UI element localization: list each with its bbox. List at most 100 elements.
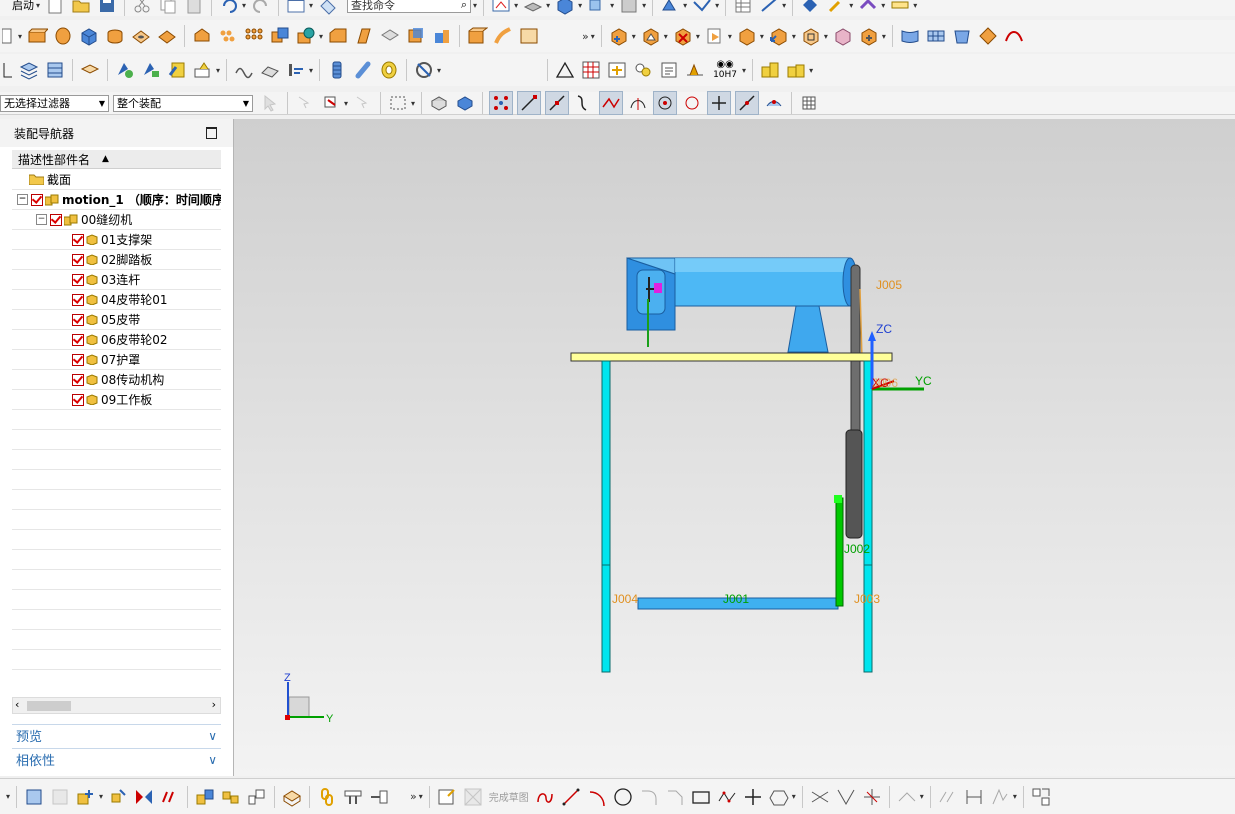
save-icon[interactable] <box>96 0 118 16</box>
damper-icon[interactable] <box>259 59 281 81</box>
assembly-scope-dropdown[interactable]: 整个装配 ▼ <box>113 94 253 112</box>
dependencies-panel-toggle[interactable]: 相依性 ∨ <box>12 748 221 770</box>
rectangle-select-icon[interactable] <box>387 92 409 114</box>
spur-gear-icon[interactable] <box>285 59 307 81</box>
hole-icon[interactable] <box>130 25 152 47</box>
tangent-point-icon[interactable] <box>681 92 703 114</box>
tree-node-sewing-machine[interactable]: − 00缝纫机 <box>12 210 221 230</box>
revolve-icon[interactable] <box>52 25 74 47</box>
checkbox-checked-icon[interactable] <box>72 313 84 326</box>
sheet-icon[interactable] <box>691 0 713 16</box>
datum-csys-icon[interactable] <box>2 59 14 81</box>
start-menu[interactable]: 启动 <box>12 0 34 13</box>
chamfer-icon[interactable] <box>327 25 349 47</box>
ruler-icon[interactable] <box>889 0 911 16</box>
rectangle-icon[interactable] <box>690 786 712 808</box>
add-part-icon[interactable] <box>75 786 97 808</box>
sketch-settings-icon[interactable] <box>1030 786 1052 808</box>
layers-icon[interactable] <box>18 59 40 81</box>
move-component-icon[interactable] <box>107 786 129 808</box>
horizontal-scrollbar[interactable]: ‹ › <box>12 697 221 714</box>
surface-finish-icon[interactable] <box>684 59 706 81</box>
tree-node-sections[interactable]: 截面 <box>12 170 221 190</box>
tree-node-part[interactable]: 06皮带轮02 <box>12 330 221 350</box>
pattern-feature-icon[interactable] <box>217 25 239 47</box>
pin-icon[interactable] <box>352 59 374 81</box>
shell-icon[interactable] <box>618 0 640 16</box>
wheel-icon[interactable] <box>413 59 435 81</box>
mesh-surface-icon[interactable] <box>925 25 947 47</box>
studio-spline-icon[interactable] <box>716 786 738 808</box>
checkbox-checked-icon[interactable] <box>72 293 84 306</box>
tree-node-part[interactable]: 07护罩 <box>12 350 221 370</box>
dots-pattern-icon[interactable] <box>243 25 265 47</box>
collapse-icon[interactable]: − <box>17 194 28 205</box>
circle-icon[interactable] <box>612 786 634 808</box>
geometric-constraint-icon[interactable] <box>989 786 1011 808</box>
snap-point-icon[interactable] <box>489 91 514 115</box>
fillet-icon[interactable] <box>638 786 660 808</box>
analysis-icon[interactable] <box>857 0 879 16</box>
wave-link-icon[interactable] <box>858 25 880 47</box>
checkbox-checked-icon[interactable] <box>72 253 84 266</box>
shell-icon[interactable] <box>379 25 401 47</box>
assembly-constraint-icon[interactable] <box>800 25 822 47</box>
point-icon[interactable] <box>742 786 764 808</box>
selection-filter-dropdown[interactable]: 无选择过滤器 ▼ <box>0 94 109 112</box>
point-on-curve-icon[interactable] <box>735 91 760 115</box>
checkbox-checked-icon[interactable] <box>72 393 84 406</box>
select-component-icon[interactable] <box>259 92 281 114</box>
edge-blend-icon[interactable] <box>191 25 213 47</box>
pattern-curve-icon[interactable] <box>937 786 959 808</box>
checkbox-checked-icon[interactable] <box>50 213 62 226</box>
add-annotation-icon[interactable] <box>606 59 628 81</box>
tolerance-fit-icon[interactable]: ◉◉ 10H7 <box>710 59 740 81</box>
fastener-assembly-icon[interactable] <box>342 786 364 808</box>
fastener-icon[interactable] <box>114 59 136 81</box>
tree-node-part[interactable]: 04皮带轮01 <box>12 290 221 310</box>
pattern-component-icon[interactable] <box>736 25 758 47</box>
cut-icon[interactable] <box>131 0 153 16</box>
explode-view-icon[interactable] <box>832 25 854 47</box>
wave-geometry-icon[interactable] <box>194 786 216 808</box>
support-frame[interactable] <box>601 360 873 673</box>
add-component-icon[interactable] <box>608 25 630 47</box>
preview-panel-toggle[interactable]: 预览 ∨ <box>12 724 221 746</box>
connecting-rod[interactable] <box>835 497 844 607</box>
note-icon[interactable] <box>658 59 680 81</box>
tree-node-part[interactable]: 02脚踏板 <box>12 250 221 270</box>
component-list-icon[interactable] <box>23 786 45 808</box>
make-corner-icon[interactable] <box>861 786 883 808</box>
column-header-part-name[interactable]: 描述性部件名 ▲ <box>12 150 221 169</box>
profile-icon[interactable] <box>534 786 556 808</box>
assembly-sequence-icon[interactable] <box>220 786 242 808</box>
draft-icon[interactable] <box>353 25 375 47</box>
command-search-input[interactable]: 查找命令 ⌕ <box>347 0 472 13</box>
weld-icon[interactable] <box>140 59 162 81</box>
checkbox-checked-icon[interactable] <box>72 333 84 346</box>
extrude-icon[interactable] <box>26 25 49 47</box>
symbol-icon[interactable] <box>632 59 654 81</box>
intersection-point-icon[interactable] <box>599 91 624 115</box>
point-icon[interactable] <box>707 91 732 115</box>
control-point-icon[interactable] <box>573 92 595 114</box>
replace-component-icon[interactable] <box>704 25 726 47</box>
tree-node-motion[interactable]: − motion_1 （顺序：时间顺序 <box>12 190 221 210</box>
table-icon[interactable] <box>732 0 754 16</box>
maximize-icon[interactable] <box>206 127 217 139</box>
new-component-icon[interactable] <box>640 25 662 47</box>
mirror-assembly-icon[interactable] <box>133 786 155 808</box>
move-component-icon[interactable] <box>659 0 681 16</box>
tree-node-part[interactable]: 01支撑架 <box>12 230 221 250</box>
move-component-icon[interactable] <box>768 25 790 47</box>
routing-assembly-icon[interactable] <box>368 786 390 808</box>
sketch-icon[interactable] <box>436 786 458 808</box>
extrude-icon[interactable] <box>522 0 544 16</box>
chamfer-sketch-icon[interactable] <box>664 786 686 808</box>
checkbox-checked-icon[interactable] <box>31 193 43 206</box>
graphics-window[interactable]: ZC YC XC J005 J004 J001 J002 J003 J006 Z… <box>234 119 1235 776</box>
point-on-surface-icon[interactable] <box>763 92 785 114</box>
tree-node-part[interactable]: 05皮带 <box>12 310 221 330</box>
select-dropdown-icon[interactable] <box>2 25 16 47</box>
finish-sketch-icon[interactable] <box>462 786 484 808</box>
